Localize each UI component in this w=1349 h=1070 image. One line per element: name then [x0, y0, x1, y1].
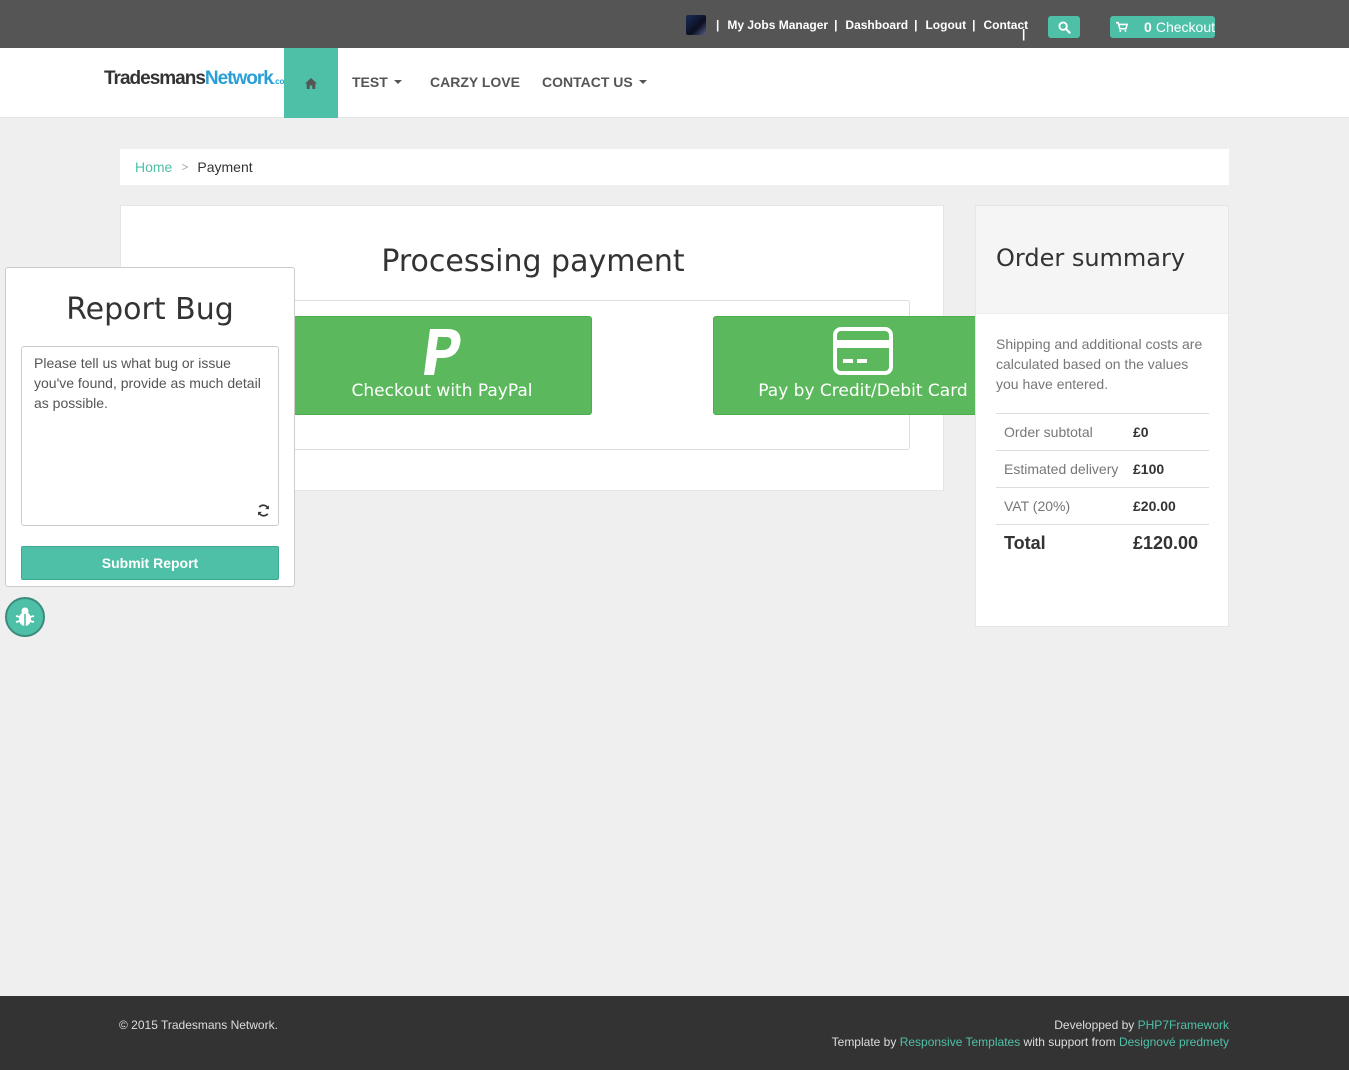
logout-link[interactable]: Logout [925, 18, 966, 32]
credit-card-icon [833, 327, 893, 375]
nav-item-test[interactable]: TEST [352, 74, 402, 90]
cart-icon [1116, 21, 1129, 32]
top-separator: | [1022, 27, 1026, 41]
total-value: £120.00 [1133, 533, 1199, 553]
card-payment-button[interactable]: Pay by Credit/Debit Card [713, 316, 1013, 415]
footer-credits: Developped by PHP7Framework Template by … [832, 1017, 1229, 1051]
footer-developer-link[interactable]: PHP7Framework [1138, 1018, 1229, 1032]
main-navbar: TradesmansNetwork.com TEST CARZY LOVE CO… [0, 48, 1349, 118]
footer-template-link[interactable]: Responsive Templates [900, 1035, 1021, 1049]
site-logo[interactable]: TradesmansNetwork.com [104, 68, 292, 90]
report-bug-title: Report Bug [66, 292, 234, 327]
logo-text-2: Network [204, 68, 274, 89]
breadcrumb-current: Payment [197, 159, 253, 175]
total-row: Total £120.00 [996, 524, 1209, 561]
paypal-button[interactable]: Checkout with PayPal [292, 316, 592, 415]
search-button[interactable] [1048, 16, 1080, 38]
summary-row-label: VAT (20%) [1004, 498, 1071, 514]
bug-icon [15, 607, 35, 626]
nav-item-contact-us[interactable]: CONTACT US [542, 74, 647, 90]
footer-copyright: © 2015 Tradesmans Network. [119, 1018, 278, 1032]
footer-support-link[interactable]: Designové predmety [1119, 1035, 1229, 1049]
report-bug-panel: Report Bug Please tell us what bug or is… [5, 267, 295, 587]
summary-row-value: £20.00 [1133, 498, 1176, 514]
nav-item-carzy-love-label: CARZY LOVE [430, 74, 520, 90]
nav-item-contact-us-label: CONTACT US [542, 74, 633, 90]
home-icon [305, 77, 317, 89]
checkout-count: 0 [1144, 19, 1152, 35]
summary-row-value: £0 [1133, 424, 1149, 440]
report-bug-toggle[interactable] [5, 597, 45, 637]
my-jobs-manager-link[interactable]: My Jobs Manager [727, 18, 828, 32]
breadcrumb: Home > Payment [120, 149, 1229, 185]
footer-support-text: with support from [1023, 1035, 1116, 1049]
bug-description-input[interactable]: Please tell us what bug or issue you've … [21, 346, 279, 526]
order-summary-title: Order summary [976, 206, 1228, 314]
breadcrumb-divider: > [181, 160, 189, 174]
top-bar: | My Jobs Manager | Dashboard | Logout |… [0, 0, 1349, 48]
nav-item-carzy-love[interactable]: CARZY LOVE [430, 74, 520, 90]
checkout-button[interactable]: 0 Checkout [1110, 16, 1215, 38]
order-summary: Order summary Shipping and additional co… [975, 205, 1229, 627]
total-label: Total [1004, 533, 1046, 553]
breadcrumb-home-link[interactable]: Home [135, 159, 172, 175]
logo-text-1: Tradesmans [104, 68, 206, 89]
nav-item-test-label: TEST [352, 74, 388, 90]
paypal-button-label: Checkout with PayPal [351, 381, 533, 401]
footer: © 2015 Tradesmans Network. Developped by… [0, 996, 1349, 1070]
user-avatar[interactable] [686, 15, 706, 35]
top-links: | My Jobs Manager | Dashboard | Logout |… [716, 18, 1029, 32]
table-row: Order subtotal £0 [996, 413, 1209, 450]
refresh-icon[interactable] [257, 504, 270, 517]
summary-row-label: Order subtotal [1004, 424, 1093, 440]
checkout-label: Checkout [1155, 19, 1215, 35]
summary-row-label: Estimated delivery [1004, 461, 1119, 477]
submit-report-button[interactable]: Submit Report [21, 546, 279, 580]
nav-home-button[interactable] [284, 48, 338, 118]
summary-row-value: £100 [1133, 461, 1165, 477]
search-icon [1057, 20, 1071, 34]
payment-options-box: Checkout with PayPal Pay by Credit/Debit… [276, 300, 1013, 450]
table-row: Estimated delivery £100 [996, 450, 1209, 487]
paypal-icon [424, 329, 461, 375]
dashboard-link[interactable]: Dashboard [845, 18, 908, 32]
card-payment-label: Pay by Credit/Debit Card [758, 381, 968, 401]
caret-down-icon [393, 80, 402, 84]
caret-down-icon [638, 80, 647, 84]
footer-developed-by: Developped by [1054, 1018, 1135, 1032]
table-row: VAT (20%) £20.00 [996, 487, 1209, 524]
order-summary-note: Shipping and additional costs are calcul… [996, 336, 1203, 392]
footer-template-by: Template by [831, 1035, 897, 1049]
order-summary-table: Order subtotal £0 Estimated delivery £10… [996, 413, 1209, 561]
